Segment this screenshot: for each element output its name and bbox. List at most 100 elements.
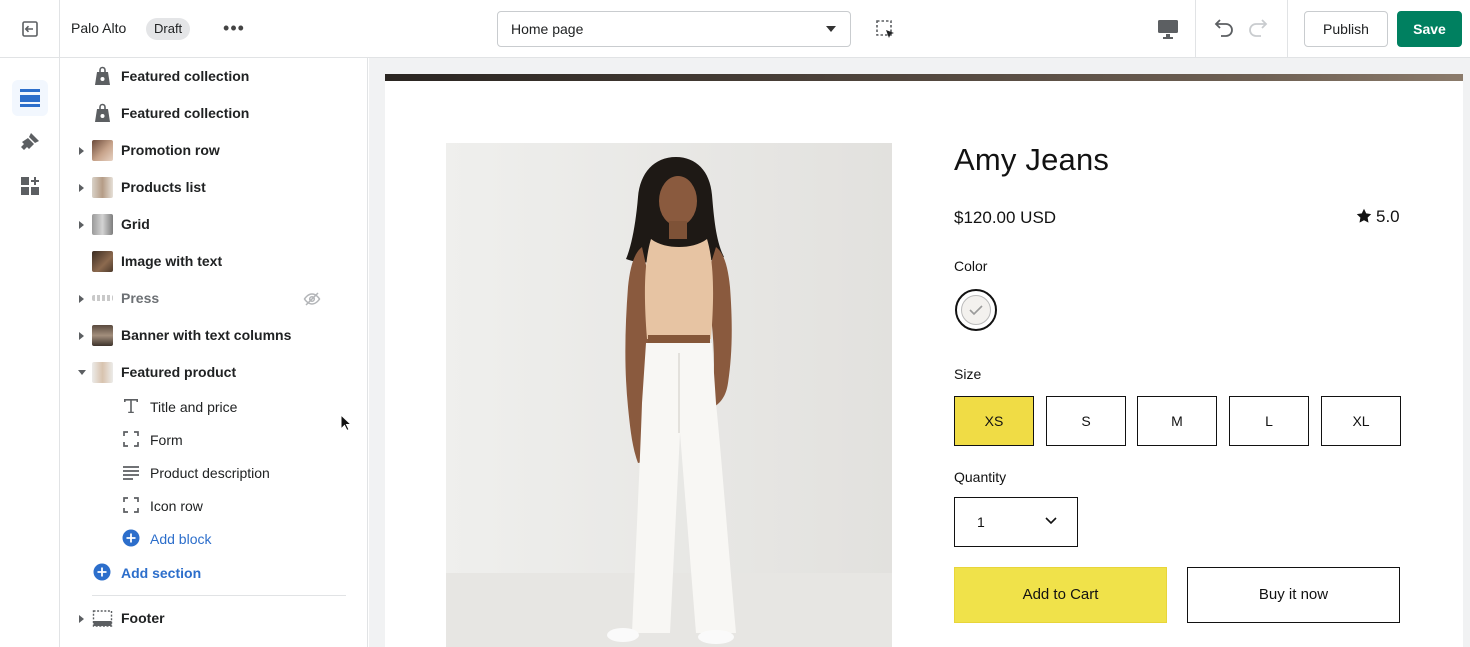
divider <box>59 0 60 58</box>
section-press[interactable]: Press <box>60 280 367 317</box>
save-button[interactable]: Save <box>1397 11 1462 47</box>
add-block-button[interactable]: Add block <box>60 522 367 555</box>
section-thumbnail <box>92 325 113 346</box>
sections-tab[interactable] <box>12 80 48 116</box>
add-circle-icon <box>93 563 111 581</box>
add-circle-icon <box>122 529 140 547</box>
publish-button[interactable]: Publish <box>1304 11 1388 47</box>
section-footer[interactable]: Footer <box>60 600 367 637</box>
size-option-l[interactable]: L <box>1229 396 1309 446</box>
size-option-xl[interactable]: XL <box>1321 396 1401 446</box>
divider <box>1287 0 1288 58</box>
section-thumbnail <box>92 214 113 235</box>
add-section-label: Add section <box>121 565 202 581</box>
size-option-m[interactable]: M <box>1137 396 1217 446</box>
section-thumbnail <box>92 295 113 301</box>
block-label: Title and price <box>150 399 238 415</box>
section-thumbnail <box>92 362 113 383</box>
section-label: Image with text <box>121 253 223 269</box>
size-option-xs[interactable]: XS <box>954 396 1034 446</box>
section-thumbnail <box>92 140 113 161</box>
rating-value: 5.0 <box>1376 207 1400 226</box>
sections-panel: Featured collection Featured collection … <box>60 58 368 647</box>
section-label: Promotion row <box>121 142 220 158</box>
block-icon-row[interactable]: Icon row <box>60 489 367 522</box>
size-option-s[interactable]: S <box>1046 396 1126 446</box>
block-frame-icon <box>123 431 139 447</box>
collection-tag-icon <box>95 103 110 122</box>
collection-tag-icon <box>95 66 110 85</box>
status-badge: Draft <box>146 18 191 40</box>
store-name: Palo Alto <box>71 20 127 36</box>
page-select[interactable]: Home page <box>497 11 851 47</box>
expand-arrow-icon[interactable] <box>79 147 84 155</box>
model-photo <box>446 143 892 647</box>
apps-icon <box>21 177 39 195</box>
section-label: Featured collection <box>121 68 250 84</box>
section-banner-with-text-columns[interactable]: Banner with text columns <box>60 317 367 354</box>
product-price: $120.00 USD <box>954 208 1057 227</box>
quantity-select[interactable]: 1 <box>954 497 1078 547</box>
inspector-icon[interactable] <box>874 18 898 42</box>
exit-editor-button[interactable] <box>14 14 46 44</box>
size-label: Size <box>954 366 982 382</box>
block-title-and-price[interactable]: Title and price <box>60 390 367 423</box>
editor-rail <box>0 58 60 647</box>
footer-icon <box>92 610 113 627</box>
expand-arrow-icon[interactable] <box>79 221 84 229</box>
block-label: Form <box>150 432 183 448</box>
section-label: Footer <box>121 610 165 626</box>
undo-icon[interactable] <box>1208 15 1236 43</box>
storefront-preview: Amy Jeans $120.00 USD 5.0 Color Size XS … <box>385 74 1463 647</box>
page-select-value: Home page <box>511 21 584 37</box>
paintbrush-icon <box>21 133 39 150</box>
add-block-label: Add block <box>150 531 212 547</box>
section-featured-collection[interactable]: Featured collection <box>60 95 367 132</box>
block-product-description[interactable]: Product description <box>60 456 367 489</box>
quantity-label: Quantity <box>954 469 1007 485</box>
section-featured-collection[interactable]: Featured collection <box>60 58 367 95</box>
block-form[interactable]: Form <box>60 423 367 456</box>
caret-down-icon <box>826 26 836 32</box>
redo-icon[interactable] <box>1246 15 1274 43</box>
text-icon <box>124 399 138 413</box>
block-frame-icon <box>123 497 139 513</box>
exit-icon <box>22 21 38 37</box>
section-label: Grid <box>121 216 150 232</box>
section-label: Featured product <box>121 364 237 380</box>
star-icon <box>1356 208 1372 223</box>
section-grid[interactable]: Grid <box>60 206 367 243</box>
collapse-arrow-icon[interactable] <box>78 370 86 375</box>
apps-tab[interactable] <box>12 168 48 204</box>
add-to-cart-button[interactable]: Add to Cart <box>954 567 1167 623</box>
add-section-button[interactable]: Add section <box>60 556 367 589</box>
section-label: Press <box>121 290 160 306</box>
section-products-list[interactable]: Products list <box>60 169 367 206</box>
expand-arrow-icon[interactable] <box>79 615 84 623</box>
section-image-with-text[interactable]: Image with text <box>60 243 367 280</box>
expand-arrow-icon[interactable] <box>79 332 84 340</box>
section-featured-product[interactable]: Featured product <box>60 354 367 391</box>
section-promotion-row[interactable]: Promotion row <box>60 132 367 169</box>
hidden-eye-icon[interactable] <box>303 290 321 308</box>
sections-icon <box>20 89 40 107</box>
expand-arrow-icon[interactable] <box>79 295 84 303</box>
section-label: Banner with text columns <box>121 327 292 343</box>
color-label: Color <box>954 258 988 274</box>
expand-arrow-icon[interactable] <box>79 184 84 192</box>
section-thumbnail <box>92 177 113 198</box>
desktop-preview-icon[interactable] <box>1155 17 1181 41</box>
section-label: Products list <box>121 179 206 195</box>
editor-topbar: Palo Alto Draft ••• Home page Publish Sa… <box>0 0 1470 58</box>
block-label: Product description <box>150 465 270 481</box>
more-actions-button[interactable]: ••• <box>220 14 248 42</box>
product-rating: 5.0 <box>1356 207 1400 227</box>
buy-it-now-button[interactable]: Buy it now <box>1187 567 1400 623</box>
mouse-cursor-icon <box>340 414 352 432</box>
product-title: Amy Jeans <box>954 142 1110 177</box>
color-swatch[interactable] <box>955 289 997 331</box>
theme-settings-tab[interactable] <box>12 124 48 160</box>
block-label: Icon row <box>150 498 203 514</box>
product-image[interactable] <box>446 143 892 647</box>
quantity-value: 1 <box>977 514 985 530</box>
